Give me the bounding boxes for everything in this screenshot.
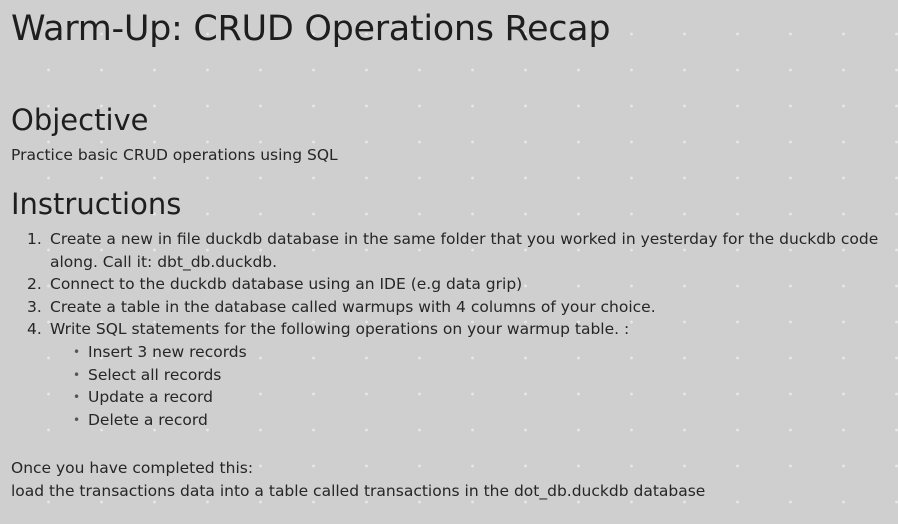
operation-select: Select all records (73, 364, 890, 387)
instruction-step-4: Write SQL statements for the following o… (27, 318, 890, 431)
objective-heading: Objective (11, 103, 149, 137)
operation-update: Update a record (73, 386, 890, 409)
instructions-list: Create a new in file duckdb database in … (0, 228, 890, 431)
slide: Warm-Up: CRUD Operations Recap Objective… (0, 0, 898, 524)
footer-line-1: Once you have completed this: (11, 459, 254, 477)
operation-delete: Delete a record (73, 409, 890, 432)
footer-note: Once you have completed this: load the t… (11, 457, 705, 503)
operation-insert: Insert 3 new records (73, 341, 890, 364)
instruction-step-1: Create a new in file duckdb database in … (27, 228, 879, 271)
instructions-heading: Instructions (11, 187, 182, 221)
footer-line-2: load the transactions data into a table … (11, 482, 706, 500)
instruction-step-3: Create a table in the database called wa… (27, 296, 656, 318)
page-title: Warm-Up: CRUD Operations Recap (11, 9, 611, 49)
instruction-step-4-text: Write SQL statements for the following o… (50, 320, 630, 339)
operations-list: Insert 3 new records Select all records … (50, 341, 890, 431)
objective-text: Practice basic CRUD operations using SQL (11, 146, 338, 164)
instruction-step-2: Connect to the duckdb database using an … (27, 273, 523, 295)
